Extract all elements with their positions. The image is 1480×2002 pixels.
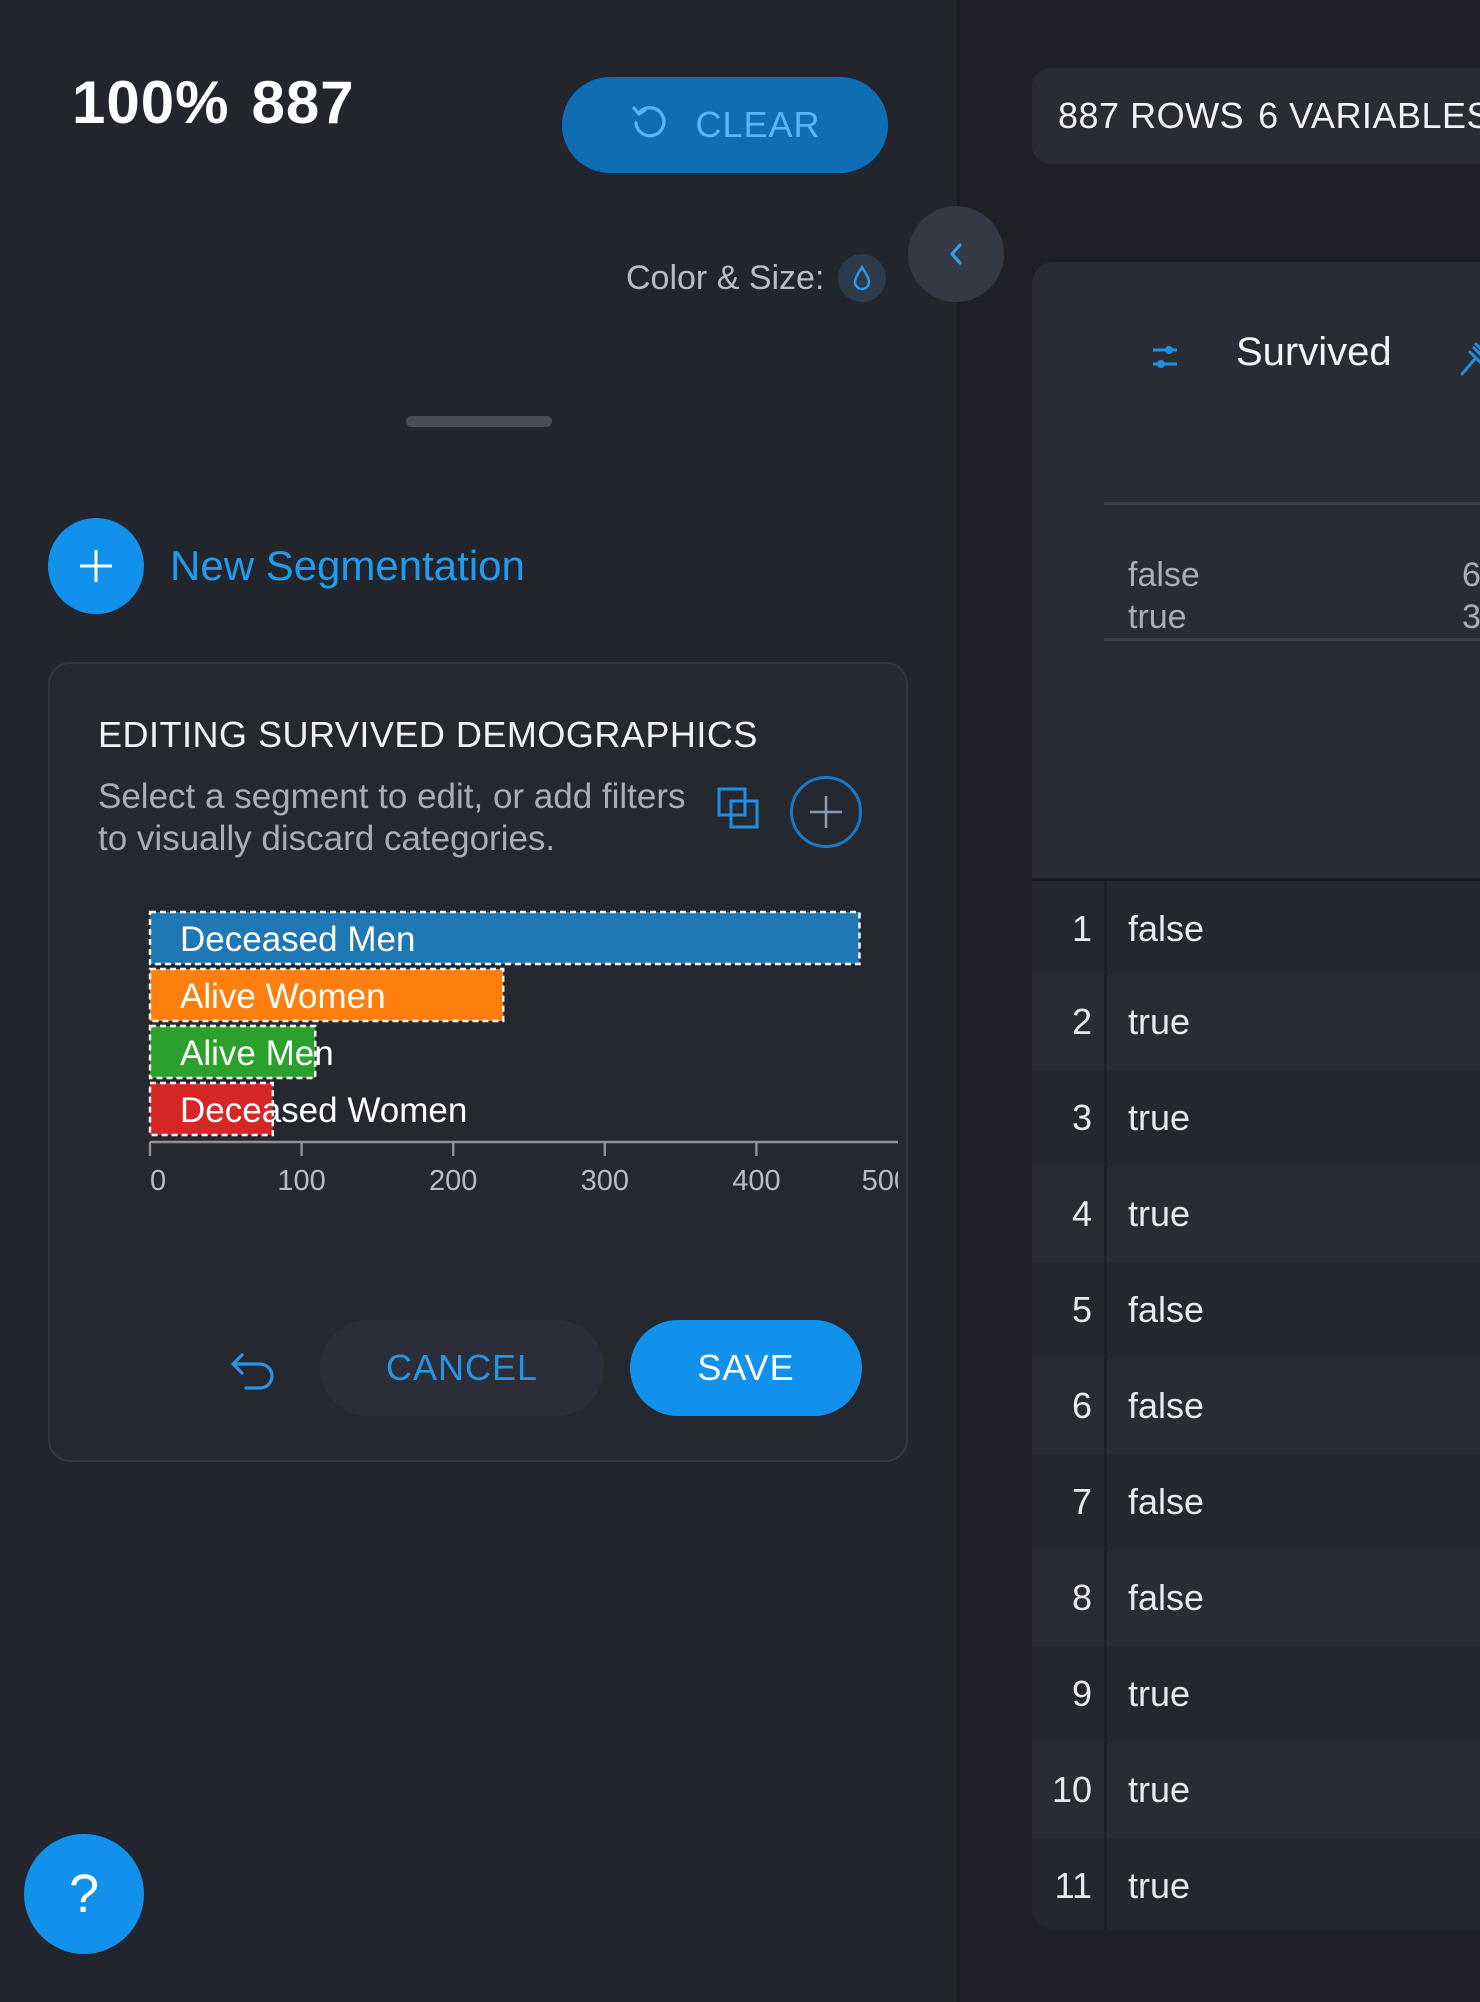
segment-label[interactable]: Deceased Men [180, 920, 415, 959]
row-index: 3 [1071, 1097, 1092, 1138]
save-button[interactable]: SAVE [630, 1320, 862, 1416]
sliders-icon[interactable] [1150, 342, 1180, 372]
row-value: true [1128, 1673, 1191, 1714]
row-separator [1104, 881, 1107, 977]
pin-icon[interactable] [1456, 334, 1480, 382]
row-value: true [1128, 1193, 1191, 1234]
column-title[interactable]: Survived [1236, 330, 1392, 375]
row-separator [1104, 1742, 1107, 1838]
row-separator [1104, 974, 1107, 1070]
row-value: true [1128, 1865, 1191, 1906]
row-index: 4 [1071, 1193, 1092, 1234]
table-row[interactable]: 9 true [1032, 1646, 1480, 1742]
row-value: false [1128, 908, 1205, 949]
clear-label: CLEAR [695, 104, 821, 145]
table-row[interactable]: 6 false [1032, 1358, 1480, 1454]
table-row[interactable]: 11 true [1032, 1838, 1480, 1930]
summary-divider-bottom [1104, 638, 1480, 641]
editor-title: EDITING SURVIVED DEMOGRAPHICS [98, 714, 758, 755]
row-separator [1104, 1262, 1107, 1358]
help-button[interactable]: ? [24, 1834, 144, 1954]
row-index: 2 [1071, 1001, 1092, 1042]
undo-circle-icon [629, 101, 669, 150]
row-index: 6 [1071, 1385, 1092, 1426]
variables-count: 6 VARIABLES [1258, 95, 1480, 136]
row-value: false [1128, 1577, 1205, 1618]
population-stats: 100% 887 [72, 68, 377, 137]
segment-label[interactable]: Alive Women [180, 977, 386, 1016]
segment-label[interactable]: Alive Men [180, 1034, 334, 1073]
row-index: 8 [1071, 1577, 1092, 1618]
segment-bar-chart: Deceased Men Alive Women Alive Men Deceased… [148, 910, 898, 1197]
cancel-button[interactable]: CANCEL [320, 1320, 604, 1416]
row-value: true [1128, 1097, 1191, 1138]
row-separator [1104, 1838, 1107, 1930]
collapse-panel-button[interactable] [908, 206, 1004, 302]
table-rows: 1 false 2 true 3 true 4 true 5 false 6 false 7… [1032, 878, 1480, 1930]
color-size-label: Color & Size: [626, 258, 825, 297]
add-filter-button[interactable] [790, 776, 862, 848]
count-value: 887 [251, 69, 355, 136]
row-separator [1104, 1166, 1107, 1262]
row-value: false [1128, 1289, 1205, 1330]
row-value: false [1128, 1385, 1205, 1426]
table-row[interactable]: 10 true [1032, 1742, 1480, 1838]
x-tick-label: 100 [277, 1165, 325, 1197]
summary-label-true: true [1128, 598, 1187, 636]
row-separator [1104, 1070, 1107, 1166]
row-separator [1104, 1358, 1107, 1454]
table-row[interactable]: 5 false [1032, 1262, 1480, 1358]
new-segmentation-button[interactable] [48, 518, 144, 614]
percent-value: 100% [72, 69, 230, 136]
color-size-control: Color & Size: [626, 254, 887, 302]
plus-icon [80, 550, 112, 582]
copy-icon[interactable] [716, 786, 762, 832]
column-header: Survived false 6 true 3 [1032, 262, 1480, 878]
row-separator [1104, 1454, 1107, 1550]
row-value: false [1128, 1481, 1205, 1522]
table-row[interactable]: 4 true [1032, 1166, 1480, 1262]
x-tick-label: 200 [429, 1165, 477, 1197]
row-index: 5 [1071, 1289, 1092, 1330]
table-row[interactable]: 2 true [1032, 974, 1480, 1070]
row-value: true [1128, 1769, 1191, 1810]
table-row[interactable]: 3 true [1032, 1070, 1480, 1166]
undo-icon[interactable] [220, 1342, 280, 1402]
row-index: 9 [1071, 1673, 1092, 1714]
summary-count-true: 3 [1462, 598, 1480, 636]
row-index: 7 [1071, 1481, 1092, 1522]
summary-count-false: 6 [1462, 556, 1480, 594]
segment-label[interactable]: Deceased Women [180, 1091, 467, 1130]
x-tick-label: 0 [150, 1165, 166, 1197]
x-tick-label: 300 [581, 1165, 629, 1197]
column-card-survived: Survived false 6 true 3 1 false 2 true 3 tr… [1032, 262, 1480, 1930]
segmentation-panel: 100% 887 CLEAR Color & Size: New Segmenta… [0, 0, 957, 2002]
dataset-size-badge: 887 ROWS 6 VARIABLES [1032, 68, 1480, 164]
table-row[interactable]: 7 false [1032, 1454, 1480, 1550]
row-separator [1104, 1550, 1107, 1646]
drag-handle[interactable] [406, 416, 552, 427]
data-table-panel: 887 ROWS 6 VARIABLES Survived false 6 tr… [960, 0, 1480, 2002]
summary-divider-top [1104, 502, 1480, 505]
new-segmentation-label[interactable]: New Segmentation [170, 542, 525, 590]
segmentation-editor: EDITING SURVIVED DEMOGRAPHICS Select a s… [48, 662, 908, 1462]
row-index: 10 [1051, 1769, 1092, 1810]
row-separator [1104, 1646, 1107, 1742]
x-tick-label: 500 [862, 1165, 898, 1197]
rows-count: 887 ROWS [1058, 95, 1245, 136]
chevron-left-icon [950, 243, 962, 265]
clear-button[interactable]: CLEAR [562, 77, 888, 173]
table-row[interactable]: 8 false [1032, 1550, 1480, 1646]
row-index: 1 [1071, 908, 1092, 949]
plus-icon [810, 796, 842, 828]
summary-label-false: false [1128, 556, 1200, 594]
row-value: true [1128, 1001, 1191, 1042]
table-row[interactable]: 1 false [1032, 878, 1480, 977]
drop-icon[interactable] [838, 254, 887, 302]
editor-description: Select a segment to edit, or add filters… [98, 777, 686, 858]
x-tick-label: 400 [732, 1165, 780, 1197]
row-index: 11 [1054, 1865, 1092, 1906]
